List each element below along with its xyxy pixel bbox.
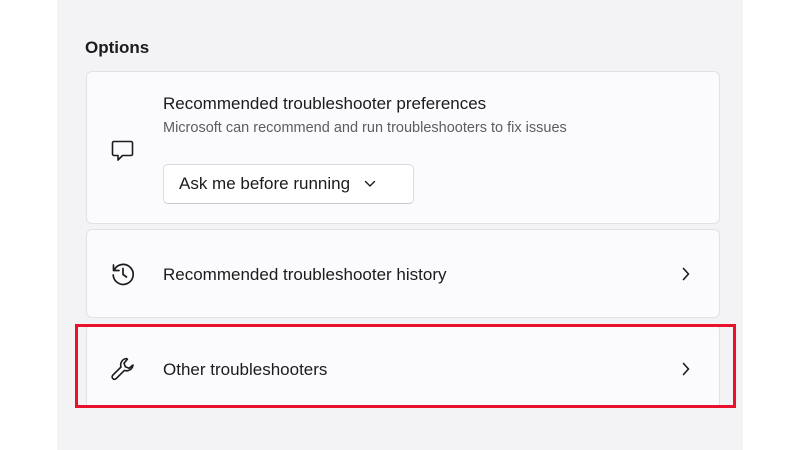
other-troubleshooters-card[interactable]: Other troubleshooters	[86, 324, 720, 406]
chat-bubble-icon	[108, 135, 138, 165]
chevron-right-icon	[679, 362, 693, 376]
dropdown-selected-value: Ask me before running	[179, 174, 351, 193]
run-preference-dropdown[interactable]: Ask me before running	[163, 164, 414, 204]
wrench-icon	[108, 354, 138, 384]
chevron-right-icon	[679, 267, 693, 281]
section-title: Options	[85, 38, 150, 57]
history-title: Recommended troubleshooter history	[163, 265, 447, 284]
other-troubleshooters-title: Other troubleshooters	[163, 360, 328, 379]
preferences-description: Microsoft can recommend and run troubles…	[163, 120, 567, 136]
preferences-title: Recommended troubleshooter preferences	[163, 94, 487, 113]
history-card[interactable]: Recommended troubleshooter history	[86, 229, 720, 318]
history-clock-icon	[108, 259, 138, 289]
preferences-card: Recommended troubleshooter preferences M…	[86, 71, 720, 224]
chevron-down-icon	[364, 180, 376, 188]
